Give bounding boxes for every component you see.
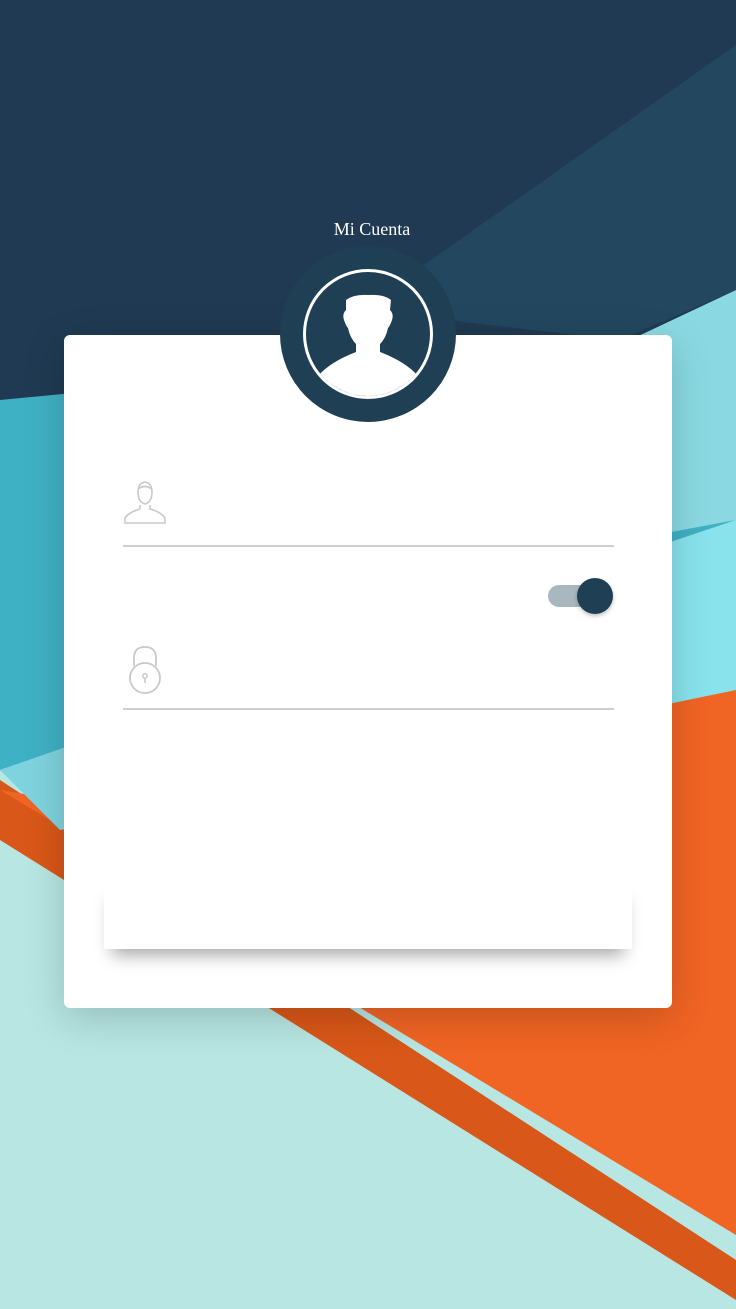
card-inner-panel [104,877,632,949]
page-title: Mi Cuenta [333,219,411,239]
password-underline [123,708,614,710]
toggle-switch[interactable] [545,576,617,616]
user-silhouette-icon [318,294,418,396]
toggle-knob [577,578,613,614]
padlock-icon [129,646,161,694]
username-underline [123,545,614,547]
user-outline-icon [124,481,166,524]
password-input[interactable] [185,652,609,694]
avatar [303,269,433,399]
username-input[interactable] [185,488,609,530]
